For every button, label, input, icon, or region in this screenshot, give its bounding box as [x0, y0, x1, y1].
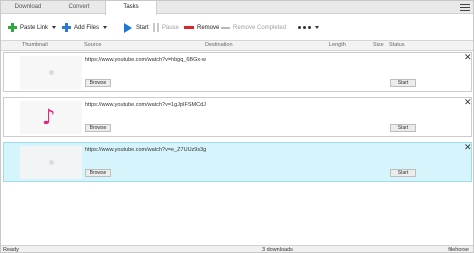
col-source[interactable]: Source: [84, 42, 101, 48]
close-icon[interactable]: ✕: [464, 54, 472, 63]
paste-link-button[interactable]: Paste Link: [8, 20, 57, 35]
download-count: 3 downloads: [262, 247, 293, 253]
source-url: https://www.youtube.com/watch?v=e_Z7UUz9…: [85, 147, 207, 153]
watermark-logo: filehorse: [448, 247, 469, 253]
col-size[interactable]: Size: [373, 42, 384, 48]
hamburger-menu-icon[interactable]: [460, 4, 470, 11]
remove-completed-button[interactable]: Remove Completed: [221, 20, 286, 35]
thumbnail: ♪: [20, 101, 82, 134]
column-header: Thumbnail Source Destination Length Size…: [1, 40, 473, 51]
paste-link-label: Paste Link: [20, 24, 49, 31]
placeholder-dot-icon: [49, 70, 54, 75]
col-status[interactable]: Status: [389, 42, 405, 48]
close-icon[interactable]: ✕: [464, 144, 472, 153]
tab-tasks[interactable]: Tasks: [105, 1, 157, 15]
plus-icon: [62, 23, 71, 32]
add-files-button[interactable]: Add Files: [62, 20, 108, 35]
status-bar: Ready 3 downloads filehorse: [1, 245, 473, 253]
toolbar: Paste Link Add Files Start Pause Remove …: [1, 15, 473, 40]
remove-label: Remove: [197, 24, 220, 31]
remove-completed-label: Remove Completed: [233, 24, 287, 31]
thumbnail: [20, 146, 82, 179]
app-window: Download Convert Tasks Paste Link Add Fi…: [0, 0, 474, 253]
task-row-selected[interactable]: https://www.youtube.com/watch?v=e_Z7UUz9…: [3, 142, 472, 182]
pause-label: Pause: [162, 24, 180, 31]
col-thumbnail[interactable]: Thumbnail: [22, 42, 48, 48]
browse-button[interactable]: Browse: [85, 124, 111, 132]
row-start-button[interactable]: Start: [390, 79, 416, 87]
row-start-button[interactable]: Start: [390, 169, 416, 177]
music-note-icon: ♪: [42, 105, 56, 129]
chevron-down-icon[interactable]: [52, 26, 57, 29]
source-url: https://www.youtube.com/watch?v=hbgq_6BG…: [85, 57, 206, 63]
close-icon[interactable]: ✕: [464, 99, 472, 108]
more-dots-icon: [298, 26, 311, 29]
thumbnail: [20, 56, 82, 89]
col-destination[interactable]: Destination: [205, 42, 233, 48]
tab-bar: Download Convert Tasks: [1, 1, 473, 15]
tab-convert[interactable]: Convert: [55, 1, 103, 14]
minus-icon: [184, 26, 194, 29]
start-label: Start: [136, 24, 149, 31]
minus-icon: [221, 26, 230, 29]
chevron-down-icon: [315, 26, 319, 29]
chevron-down-icon[interactable]: [103, 26, 108, 29]
source-url: https://www.youtube.com/watch?v=1gJpIFSM…: [85, 102, 206, 108]
more-options-button[interactable]: [298, 20, 319, 35]
task-row[interactable]: https://www.youtube.com/watch?v=hbgq_6BG…: [3, 52, 472, 92]
remove-button[interactable]: Remove: [184, 20, 219, 35]
add-files-label: Add Files: [74, 24, 100, 31]
col-length[interactable]: Length: [329, 42, 346, 48]
start-button[interactable]: Start: [124, 20, 149, 35]
browse-button[interactable]: Browse: [85, 169, 111, 177]
row-start-button[interactable]: Start: [390, 124, 416, 132]
play-icon: [124, 22, 132, 33]
pause-icon: [153, 23, 159, 32]
browse-button[interactable]: Browse: [85, 79, 111, 87]
status-ready: Ready: [3, 247, 19, 253]
task-row[interactable]: ♪ https://www.youtube.com/watch?v=1gJpIF…: [3, 97, 472, 137]
pause-button[interactable]: Pause: [153, 20, 179, 35]
plus-icon: [8, 23, 17, 32]
tab-download[interactable]: Download: [1, 1, 55, 14]
placeholder-dot-icon: [49, 160, 54, 165]
